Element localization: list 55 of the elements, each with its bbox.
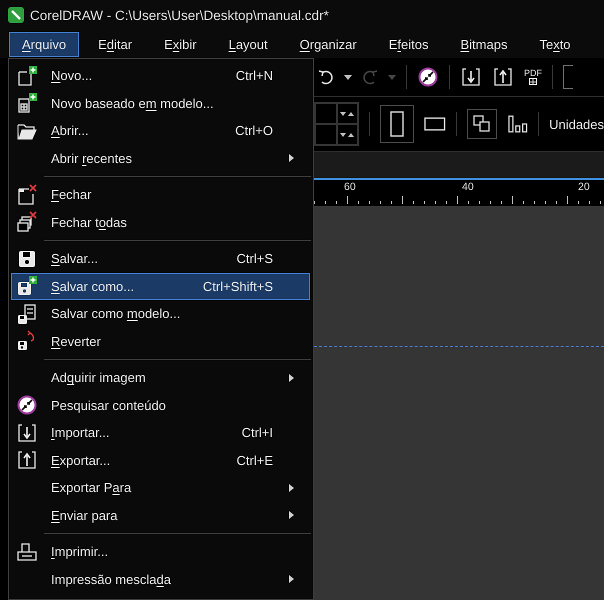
menu-item[interactable]: Exportar... Ctrl+E bbox=[11, 446, 310, 474]
app-logo-icon bbox=[8, 7, 24, 23]
menu-bar-item[interactable]: Arquivo bbox=[9, 32, 80, 56]
export-icon bbox=[16, 449, 38, 472]
printer-icon bbox=[16, 540, 38, 563]
menu-bar-item[interactable]: Organizar bbox=[286, 32, 370, 56]
ruler-label: 40 bbox=[462, 181, 474, 193]
landscape-icon[interactable] bbox=[424, 117, 446, 131]
menu-bar-item[interactable]: Bitmaps bbox=[447, 32, 520, 56]
menu-item[interactable]: Abrir recentes bbox=[11, 144, 310, 172]
menu-item[interactable]: Adquirir imagem bbox=[11, 364, 310, 392]
menu-item[interactable]: Fechar todas bbox=[11, 208, 310, 236]
undo-icon[interactable] bbox=[318, 68, 334, 86]
menu-bar-item[interactable]: Editar bbox=[85, 32, 146, 56]
import-icon[interactable] bbox=[460, 66, 482, 88]
spin-arrows-icon[interactable] bbox=[340, 132, 354, 138]
import-icon bbox=[16, 422, 38, 444]
spin-arrows-icon[interactable] bbox=[340, 110, 354, 116]
grid-icon[interactable] bbox=[529, 78, 537, 85]
menu-item[interactable]: Abrir... Ctrl+O bbox=[11, 117, 310, 144]
search-content-icon bbox=[16, 394, 38, 416]
search-content-icon[interactable] bbox=[417, 66, 439, 88]
menu-item[interactable]: Fechar bbox=[11, 181, 310, 208]
menu-bar-item[interactable]: Efeitos bbox=[376, 32, 442, 56]
save-as-icon bbox=[16, 275, 38, 298]
menu-item[interactable]: Reverter bbox=[11, 328, 310, 355]
menu-bar-item[interactable]: Exibir bbox=[151, 32, 210, 56]
menu-item[interactable]: Salvar como modelo... bbox=[11, 300, 310, 328]
menu-item[interactable]: Exportar Para bbox=[11, 474, 310, 502]
menu-bar-item[interactable]: Layout bbox=[216, 32, 281, 56]
menu-item[interactable]: Enviar para bbox=[11, 502, 310, 529]
pdf-label[interactable]: PDF bbox=[524, 69, 542, 78]
window-title: CorelDRAW - C:\Users\User\Desktop\manual.cdr* bbox=[30, 8, 329, 22]
layout-icon[interactable] bbox=[506, 113, 528, 135]
close-all-documents-icon bbox=[16, 211, 38, 234]
menu-bar-item[interactable]: Texto bbox=[526, 32, 584, 56]
ruler-label: 60 bbox=[344, 181, 356, 193]
save-template-icon bbox=[16, 302, 38, 325]
close-document-icon bbox=[16, 184, 38, 206]
menu-item[interactable]: Importar... Ctrl+I bbox=[11, 419, 310, 446]
menu-item[interactable]: Salvar como... Ctrl+Shift+S bbox=[11, 272, 310, 300]
export-icon[interactable] bbox=[492, 66, 514, 88]
caret-icon[interactable] bbox=[344, 74, 352, 80]
menu-item[interactable]: Impressão mesclada bbox=[11, 566, 310, 593]
menu-item[interactable]: Salvar... Ctrl+S bbox=[11, 245, 310, 272]
template-document-icon bbox=[16, 92, 38, 114]
new-document-icon bbox=[16, 64, 38, 87]
page-size-spinner[interactable] bbox=[314, 102, 360, 146]
menu-item[interactable]: Novo... Ctrl+N bbox=[11, 62, 310, 90]
menu-item[interactable]: Imprimir... bbox=[11, 538, 310, 566]
toolbar-button-icon[interactable] bbox=[563, 65, 573, 89]
ruler-label: 20 bbox=[578, 181, 590, 193]
menu-item[interactable]: Pesquisar conteúdo bbox=[11, 392, 310, 419]
units-label: Unidades bbox=[549, 116, 604, 132]
menu-item[interactable]: Novo baseado em modelo... bbox=[11, 90, 310, 117]
